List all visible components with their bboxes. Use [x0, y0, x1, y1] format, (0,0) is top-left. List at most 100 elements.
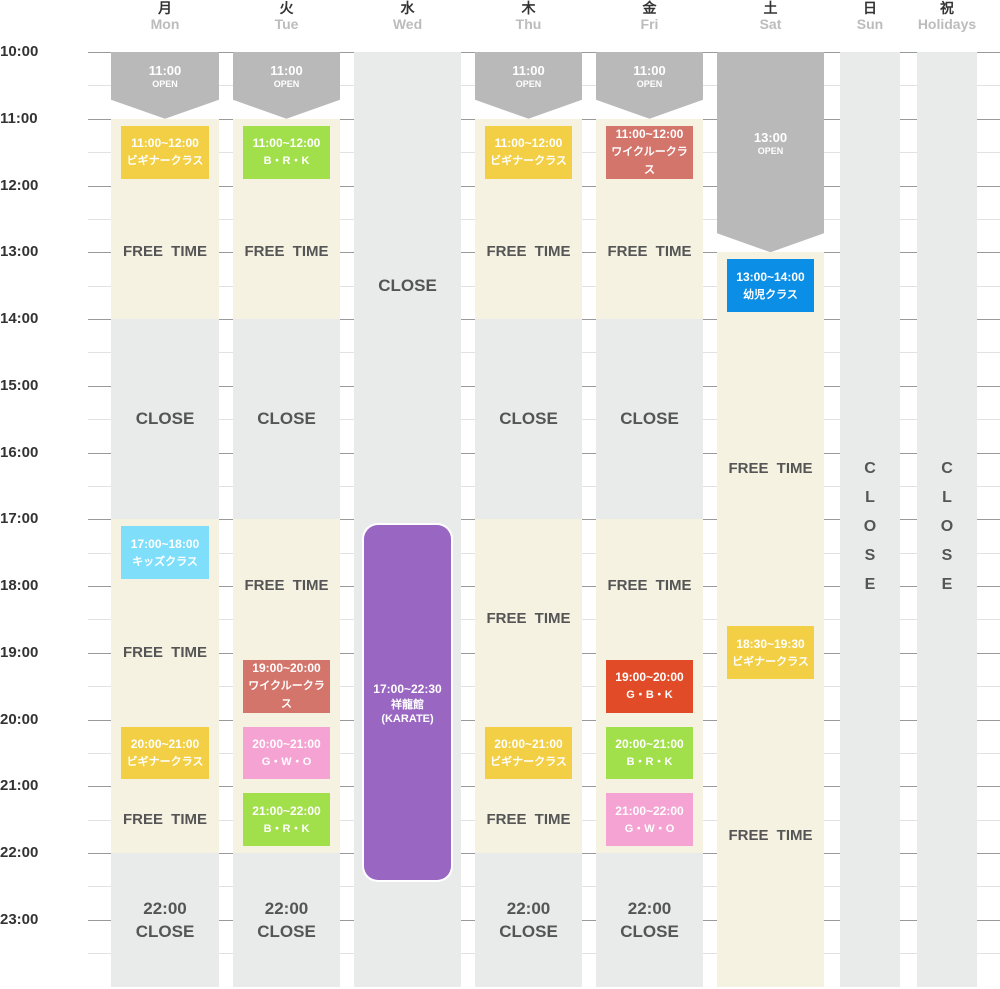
- day-header-thu: 木 Thu: [475, 0, 582, 32]
- close-label: CLOSE: [499, 409, 558, 429]
- time-label: 20:00: [0, 711, 39, 728]
- day-name-en: Mon: [150, 16, 180, 32]
- closed-zone: 22:00 CLOSE: [233, 853, 340, 987]
- day-header-sat: 土 Sat: [717, 0, 824, 32]
- day-header-tue: 火 Tue: [233, 0, 340, 32]
- class-time: 11:00~12:00: [615, 127, 684, 142]
- open-text: OPEN: [515, 78, 542, 89]
- close-label: CLOSE: [378, 275, 437, 295]
- class-time: 20:00~21:00: [494, 736, 563, 751]
- free-time-label: FREE TIME: [486, 810, 571, 828]
- class-time: 17:00~18:00: [130, 536, 200, 551]
- day-name-en: Thu: [515, 16, 542, 32]
- class-block[interactable]: 11:00~12:00 B・R・K: [243, 125, 330, 179]
- class-name: ワイクルークラス: [611, 146, 688, 177]
- day-name-en: Sat: [759, 16, 782, 32]
- class-time: 20:00~21:00: [252, 736, 321, 751]
- close-label: 22:00 CLOSE: [620, 898, 679, 941]
- class-block[interactable]: 20:00~21:00 ビギナークラス: [485, 726, 572, 780]
- class-name: ビギナークラス: [490, 755, 567, 768]
- day-name-jp: 土: [763, 0, 778, 16]
- class-time: 11:00~12:00: [252, 136, 321, 151]
- class-block[interactable]: 13:00~14:00 幼児クラス: [727, 259, 814, 312]
- closed-zone: CLOSE: [917, 52, 977, 987]
- class-block[interactable]: 21:00~22:00 G・W・O: [606, 793, 693, 846]
- time-label: 18:00: [0, 577, 39, 594]
- open-time: 11:00: [512, 62, 545, 78]
- open-time: 13:00: [753, 129, 788, 145]
- class-time: 11:00~12:00: [494, 136, 563, 151]
- class-block[interactable]: 17:00~22:30 祥龍館 (KARATE): [364, 525, 451, 881]
- free-time-label: FREE TIME: [728, 827, 813, 845]
- class-time: 21:00~22:00: [615, 803, 684, 818]
- open-time: 11:00: [270, 62, 303, 78]
- class-time: 11:00~12:00: [131, 136, 199, 151]
- free-time-label: FREE TIME: [728, 460, 813, 478]
- time-label: 23:00: [0, 911, 39, 928]
- class-block[interactable]: 20:00~21:00 G・W・O: [243, 726, 330, 780]
- time-label: 16:00: [0, 444, 39, 461]
- free-time-label: FREE TIME: [244, 243, 329, 261]
- open-arrow: 11:00 OPEN: [596, 52, 703, 119]
- day-name-en: Tue: [274, 16, 299, 32]
- class-block[interactable]: 19:00~20:00 ワイクルークラス: [243, 659, 330, 713]
- vertical-close-label: CLOSE: [863, 460, 877, 593]
- class-block[interactable]: 18:30~19:30 ビギナークラス: [727, 626, 814, 680]
- open-label: 11:00 OPEN: [596, 63, 703, 90]
- class-block[interactable]: 20:00~21:00 ビギナークラス: [121, 726, 209, 780]
- time-label: 13:00: [0, 243, 39, 260]
- time-label: 22:00: [0, 844, 39, 861]
- class-block[interactable]: 11:00~12:00 ワイクルークラス: [606, 125, 693, 179]
- class-name: G・W・O: [624, 822, 675, 835]
- time-label: 10:00: [0, 43, 39, 60]
- class-block[interactable]: 20:00~21:00 B・R・K: [606, 726, 693, 780]
- open-arrow: 11:00 OPEN: [111, 52, 219, 119]
- class-block[interactable]: 11:00~12:00 ビギナークラス: [121, 125, 209, 179]
- time-label: 17:00: [0, 510, 39, 527]
- closed-zone: CLOSE: [111, 319, 219, 520]
- closed-zone: CLOSE: [840, 52, 900, 987]
- day-name-jp: 金: [642, 0, 657, 16]
- free-time-label: FREE TIME: [607, 243, 692, 261]
- open-text: OPEN: [273, 78, 300, 89]
- closed-zone: CLOSE: [354, 52, 461, 520]
- class-name: G・W・O: [261, 755, 312, 768]
- class-time: 13:00~14:00: [736, 269, 805, 284]
- free-time-label: FREE TIME: [122, 810, 207, 828]
- class-block[interactable]: 11:00~12:00 ビギナークラス: [485, 125, 572, 179]
- class-time: 19:00~20:00: [615, 670, 684, 685]
- class-name: B・R・K: [626, 755, 673, 768]
- close-label: CLOSE: [620, 409, 679, 429]
- class-name: G・B・K: [626, 689, 673, 702]
- class-name: ワイクルークラス: [248, 680, 325, 711]
- free-time-label: FREE TIME: [122, 643, 207, 661]
- free-time-label: FREE TIME: [607, 577, 692, 594]
- time-label: 11:00: [0, 110, 38, 127]
- close-label: CLOSE: [257, 409, 316, 429]
- day-name-en: Wed: [392, 16, 423, 32]
- class-block[interactable]: 21:00~22:00 B・R・K: [243, 793, 330, 846]
- class-name: ビギナークラス: [490, 155, 567, 168]
- class-block[interactable]: 19:00~20:00 G・B・K: [606, 659, 693, 713]
- close-label: 22:00 CLOSE: [135, 898, 195, 941]
- class-time: 20:00~21:00: [615, 736, 684, 751]
- day-name-jp: 火: [279, 0, 294, 16]
- open-label: 11:00 OPEN: [111, 63, 219, 90]
- day-name-en: Holidays: [917, 16, 977, 32]
- close-label: 22:00 CLOSE: [257, 898, 316, 941]
- class-time: 17:00~22:30: [373, 681, 442, 696]
- class-time: 20:00~21:00: [130, 736, 200, 751]
- day-name-jp: 木: [521, 0, 536, 16]
- day-header-holidays: 祝 Holidays: [892, 0, 1000, 32]
- open-label: 11:00 OPEN: [475, 63, 582, 90]
- open-label: 13:00 OPEN: [717, 130, 824, 157]
- class-name: ビギナークラス: [732, 655, 809, 668]
- open-time: 11:00: [148, 62, 182, 78]
- close-label: 22:00 CLOSE: [499, 898, 558, 941]
- closed-zone: 22:00 CLOSE: [596, 853, 703, 987]
- day-name-jp: 祝: [940, 0, 954, 16]
- class-block[interactable]: 17:00~18:00 キッズクラス: [121, 526, 209, 579]
- open-time: 11:00: [633, 62, 666, 78]
- time-label: 15:00: [0, 377, 39, 394]
- open-label: 11:00 OPEN: [233, 63, 340, 90]
